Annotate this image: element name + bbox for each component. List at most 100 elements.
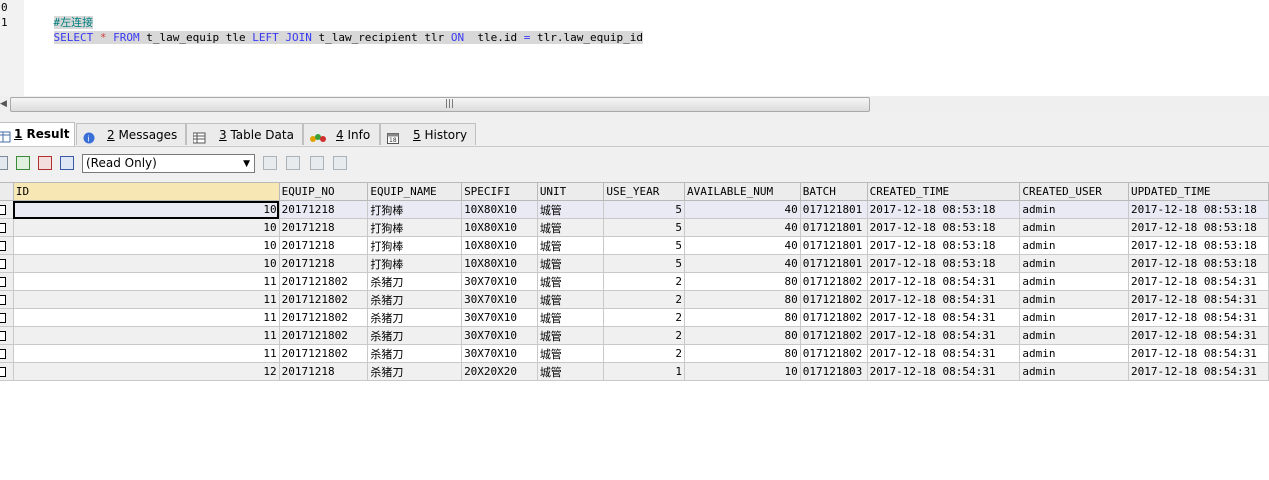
cell-created-time[interactable]: 2017-12-18 08:54:31 [866,326,1021,345]
editor-horizontal-scrollbar[interactable]: ◀ ||| [0,96,1269,113]
row-selector[interactable] [0,236,14,255]
cell-created-user[interactable]: admin [1019,362,1130,381]
row-checkbox-icon[interactable] [0,366,6,377]
column-header-updated-time[interactable]: UPDATED_TIME [1128,182,1269,201]
column-header-specifi[interactable]: SPECIFI [461,182,538,201]
cell-use-year[interactable]: 5 [603,200,686,219]
table-row[interactable]: 11 2017121802 杀猪刀 30X70X10 城管 2 80 017121802 201… [0,326,1269,345]
cell-use-year[interactable]: 5 [603,218,686,237]
row-checkbox-icon[interactable] [0,276,6,287]
cell-updated-time[interactable]: 2017-12-18 08:53:18 [1128,200,1269,219]
cell-available-num[interactable]: 40 [684,200,801,219]
cell-equip-name[interactable]: 打狗棒 [367,200,463,219]
tab-messages[interactable]: i 2 Messages [76,123,186,145]
tab-info[interactable]: 4 Info [303,123,380,145]
cell-specifi[interactable]: 30X70X10 [461,344,538,363]
table-row[interactable]: 12 20171218 杀猪刀 20X20X20 城管 1 10 017121803 2017-… [0,362,1269,381]
cell-created-user[interactable]: admin [1019,272,1130,291]
cell-specifi[interactable]: 10X80X10 [461,236,538,255]
cell-available-num[interactable]: 80 [684,308,801,327]
cell-equip-name[interactable]: 杀猪刀 [367,326,463,345]
cell-updated-time[interactable]: 2017-12-18 08:54:31 [1128,272,1269,291]
cell-updated-time[interactable]: 2017-12-18 08:53:18 [1128,254,1269,273]
cell-id[interactable]: 10 [12,236,280,255]
cell-equip-no[interactable]: 20171218 [278,218,369,237]
cell-use-year[interactable]: 2 [603,326,686,345]
row-checkbox-icon[interactable] [0,348,6,359]
cell-batch[interactable]: 017121802 [799,272,868,291]
cell-batch[interactable]: 017121801 [799,254,868,273]
cell-available-num[interactable]: 10 [684,362,801,381]
table-row[interactable]: 11 2017121802 杀猪刀 30X70X10 城管 2 80 017121802 201… [0,290,1269,309]
table-row[interactable]: 11 2017121802 杀猪刀 30X70X10 城管 2 80 017121802 201… [0,344,1269,363]
row-checkbox-icon[interactable] [0,330,6,341]
cell-equip-name[interactable]: 杀猪刀 [367,272,463,291]
cell-specifi[interactable]: 30X70X10 [461,308,538,327]
cell-id[interactable]: 10 [12,254,280,273]
cell-use-year[interactable]: 2 [603,308,686,327]
cell-use-year[interactable]: 2 [603,272,686,291]
cell-equip-name[interactable]: 杀猪刀 [367,362,463,381]
cell-batch[interactable]: 017121801 [799,236,868,255]
row-selector[interactable] [0,254,14,273]
refresh-icon[interactable] [333,156,347,170]
column-header-use-year[interactable]: USE_YEAR [603,182,686,201]
row-selector[interactable] [0,308,14,327]
cell-created-time[interactable]: 2017-12-18 08:53:18 [866,254,1021,273]
copy-icon[interactable] [310,156,324,170]
table-row[interactable]: 11 2017121802 杀猪刀 30X70X10 城管 2 80 017121802 201… [0,272,1269,291]
cell-created-user[interactable]: admin [1019,200,1130,219]
cell-equip-name[interactable]: 杀猪刀 [367,344,463,363]
table-row[interactable]: 11 2017121802 杀猪刀 30X70X10 城管 2 80 017121802 201… [0,308,1269,327]
row-checkbox-icon[interactable] [0,294,6,305]
result-grid[interactable]: ID EQUIP_NO EQUIP_NAME SPECIFI UNIT USE_YEAR A… [0,182,1269,382]
cell-equip-no[interactable]: 2017121802 [278,272,369,291]
cell-unit[interactable]: 城管 [536,362,605,381]
column-header-equip-no[interactable]: EQUIP_NO [278,182,369,201]
cell-unit[interactable]: 城管 [536,326,605,345]
table-row[interactable]: 10 20171218 打狗棒 10X80X10 城管 5 40 017121801 2017-… [0,218,1269,237]
cell-equip-no[interactable]: 20171218 [278,200,369,219]
code-line-query[interactable]: SELECT * FROM t_law_equip tle LEFT JOIN … [27,15,643,44]
cell-equip-no[interactable]: 20171218 [278,236,369,255]
table-row[interactable]: 10 20171218 打狗棒 10X80X10 城管 5 40 017121801 2017-… [0,254,1269,273]
table-row[interactable]: 10 20171218 打狗棒 10X80X10 城管 5 40 017121801 2017-… [0,236,1269,255]
cell-created-user[interactable]: admin [1019,236,1130,255]
cell-updated-time[interactable]: 2017-12-18 08:54:31 [1128,290,1269,309]
tab-history[interactable]: 18 5 History [380,123,476,145]
cell-updated-time[interactable]: 2017-12-18 08:54:31 [1128,362,1269,381]
cell-unit[interactable]: 城管 [536,236,605,255]
cell-unit[interactable]: 城管 [536,308,605,327]
cell-batch[interactable]: 017121803 [799,362,868,381]
cell-updated-time[interactable]: 2017-12-18 08:54:31 [1128,344,1269,363]
cell-available-num[interactable]: 80 [684,290,801,309]
cell-specifi[interactable]: 30X70X10 [461,326,538,345]
cell-available-num[interactable]: 40 [684,254,801,273]
cell-id[interactable]: 10 [12,218,280,237]
cell-created-time[interactable]: 2017-12-18 08:54:31 [866,362,1021,381]
cell-specifi[interactable]: 10X80X10 [461,254,538,273]
cell-id[interactable]: 11 [12,326,280,345]
cell-equip-no[interactable]: 20171218 [278,254,369,273]
cell-specifi[interactable]: 30X70X10 [461,290,538,309]
cell-created-time[interactable]: 2017-12-18 08:54:31 [866,308,1021,327]
row-selector[interactable] [0,218,14,237]
cell-unit[interactable]: 城管 [536,344,605,363]
row-selector[interactable] [0,200,14,219]
delete-row-icon[interactable] [38,156,52,170]
cell-batch[interactable]: 017121802 [799,290,868,309]
cell-use-year[interactable]: 5 [603,236,686,255]
cell-specifi[interactable]: 10X80X10 [461,218,538,237]
cell-updated-time[interactable]: 2017-12-18 08:53:18 [1128,218,1269,237]
column-header-equip-name[interactable]: EQUIP_NAME [367,182,463,201]
cell-equip-no[interactable]: 20171218 [278,362,369,381]
cell-batch[interactable]: 017121801 [799,218,868,237]
cell-id[interactable]: 12 [12,362,280,381]
sql-editor[interactable]: 0 1 #左连接 SELECT * FROM t_law_equip tle L… [0,0,1269,96]
row-selector[interactable] [0,290,14,309]
cell-use-year[interactable]: 2 [603,344,686,363]
cell-created-time[interactable]: 2017-12-18 08:53:18 [866,200,1021,219]
cell-unit[interactable]: 城管 [536,272,605,291]
row-checkbox-icon[interactable] [0,240,6,251]
cell-available-num[interactable]: 80 [684,326,801,345]
